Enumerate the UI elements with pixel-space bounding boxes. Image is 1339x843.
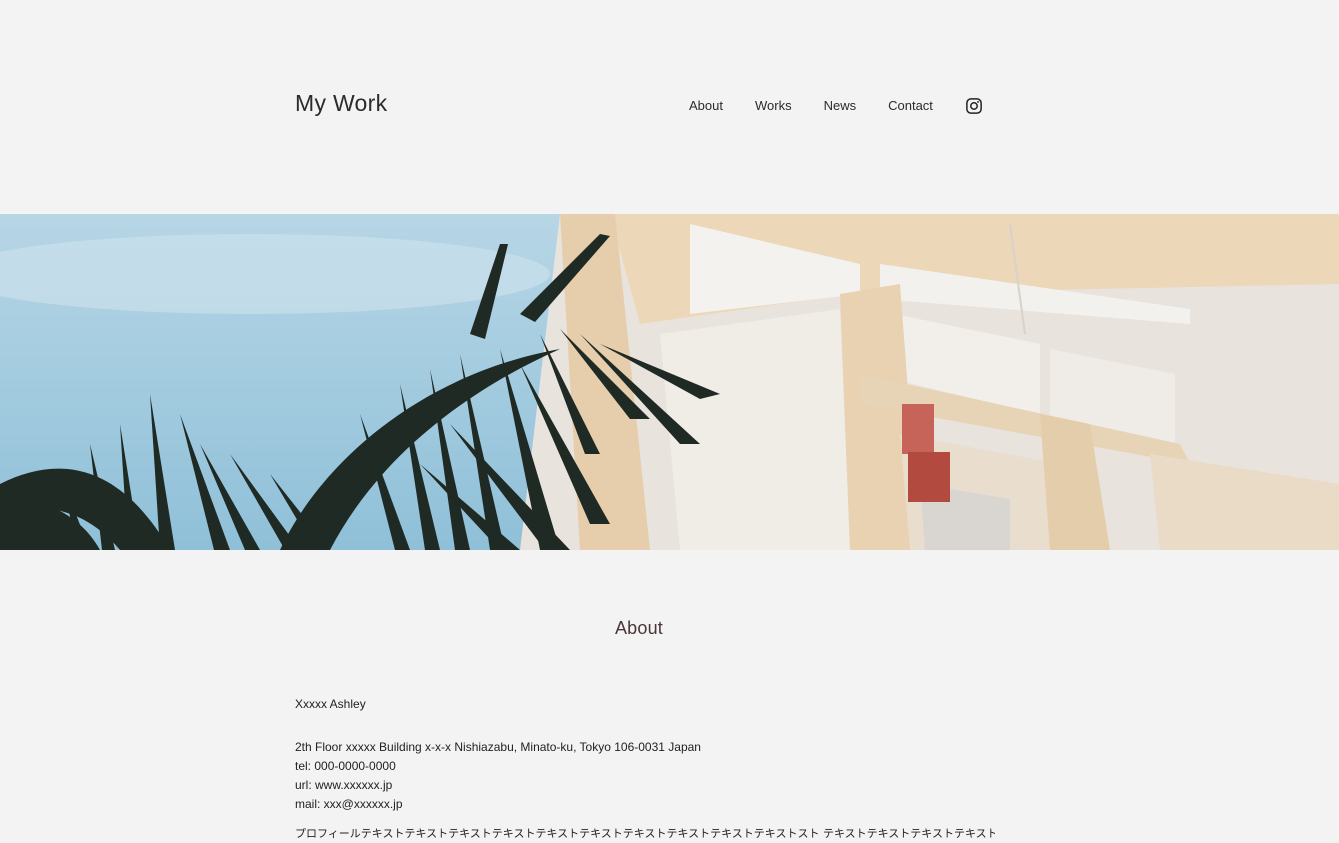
building xyxy=(520,214,1339,550)
about-name: Xxxxx Ashley xyxy=(295,697,366,711)
contact-info: 2th Floor xxxxx Building x-x-x Nishiazab… xyxy=(295,738,995,814)
about-section: About Xxxxx Ashley 2th Floor xxxxx Build… xyxy=(0,550,1339,843)
address-text: 2th Floor xxxxx Building x-x-x Nishiazab… xyxy=(295,740,701,754)
hero-image xyxy=(0,214,1339,550)
hero-photo xyxy=(0,214,1339,550)
nav-link-contact[interactable]: Contact xyxy=(888,96,933,116)
site-logo[interactable]: My Work xyxy=(295,88,387,118)
profile-text: プロフィールテキストテキストテキストテキストテキストテキストテキストテキストテキ… xyxy=(295,827,995,840)
nav-link-works[interactable]: Works xyxy=(755,96,792,116)
instagram-icon xyxy=(966,98,982,114)
nav-link-about[interactable]: About xyxy=(689,96,723,116)
mail-text: mail: xxx@xxxxxx.jp xyxy=(295,797,403,811)
section-title: About xyxy=(614,618,664,638)
url-text: url: www.xxxxxx.jp xyxy=(295,778,393,792)
page: My Work About Works News Contact About X… xyxy=(0,0,1339,843)
about-body: Xxxxx Ashley 2th Floor xxxxx Building x-… xyxy=(295,695,995,843)
site-header: My Work About Works News Contact xyxy=(0,0,1339,214)
main-nav: About Works News Contact xyxy=(689,95,984,117)
nav-link-news[interactable]: News xyxy=(824,96,857,116)
instagram-link[interactable] xyxy=(964,96,984,116)
tel-text: tel: 000-0000-0000 xyxy=(295,759,396,773)
